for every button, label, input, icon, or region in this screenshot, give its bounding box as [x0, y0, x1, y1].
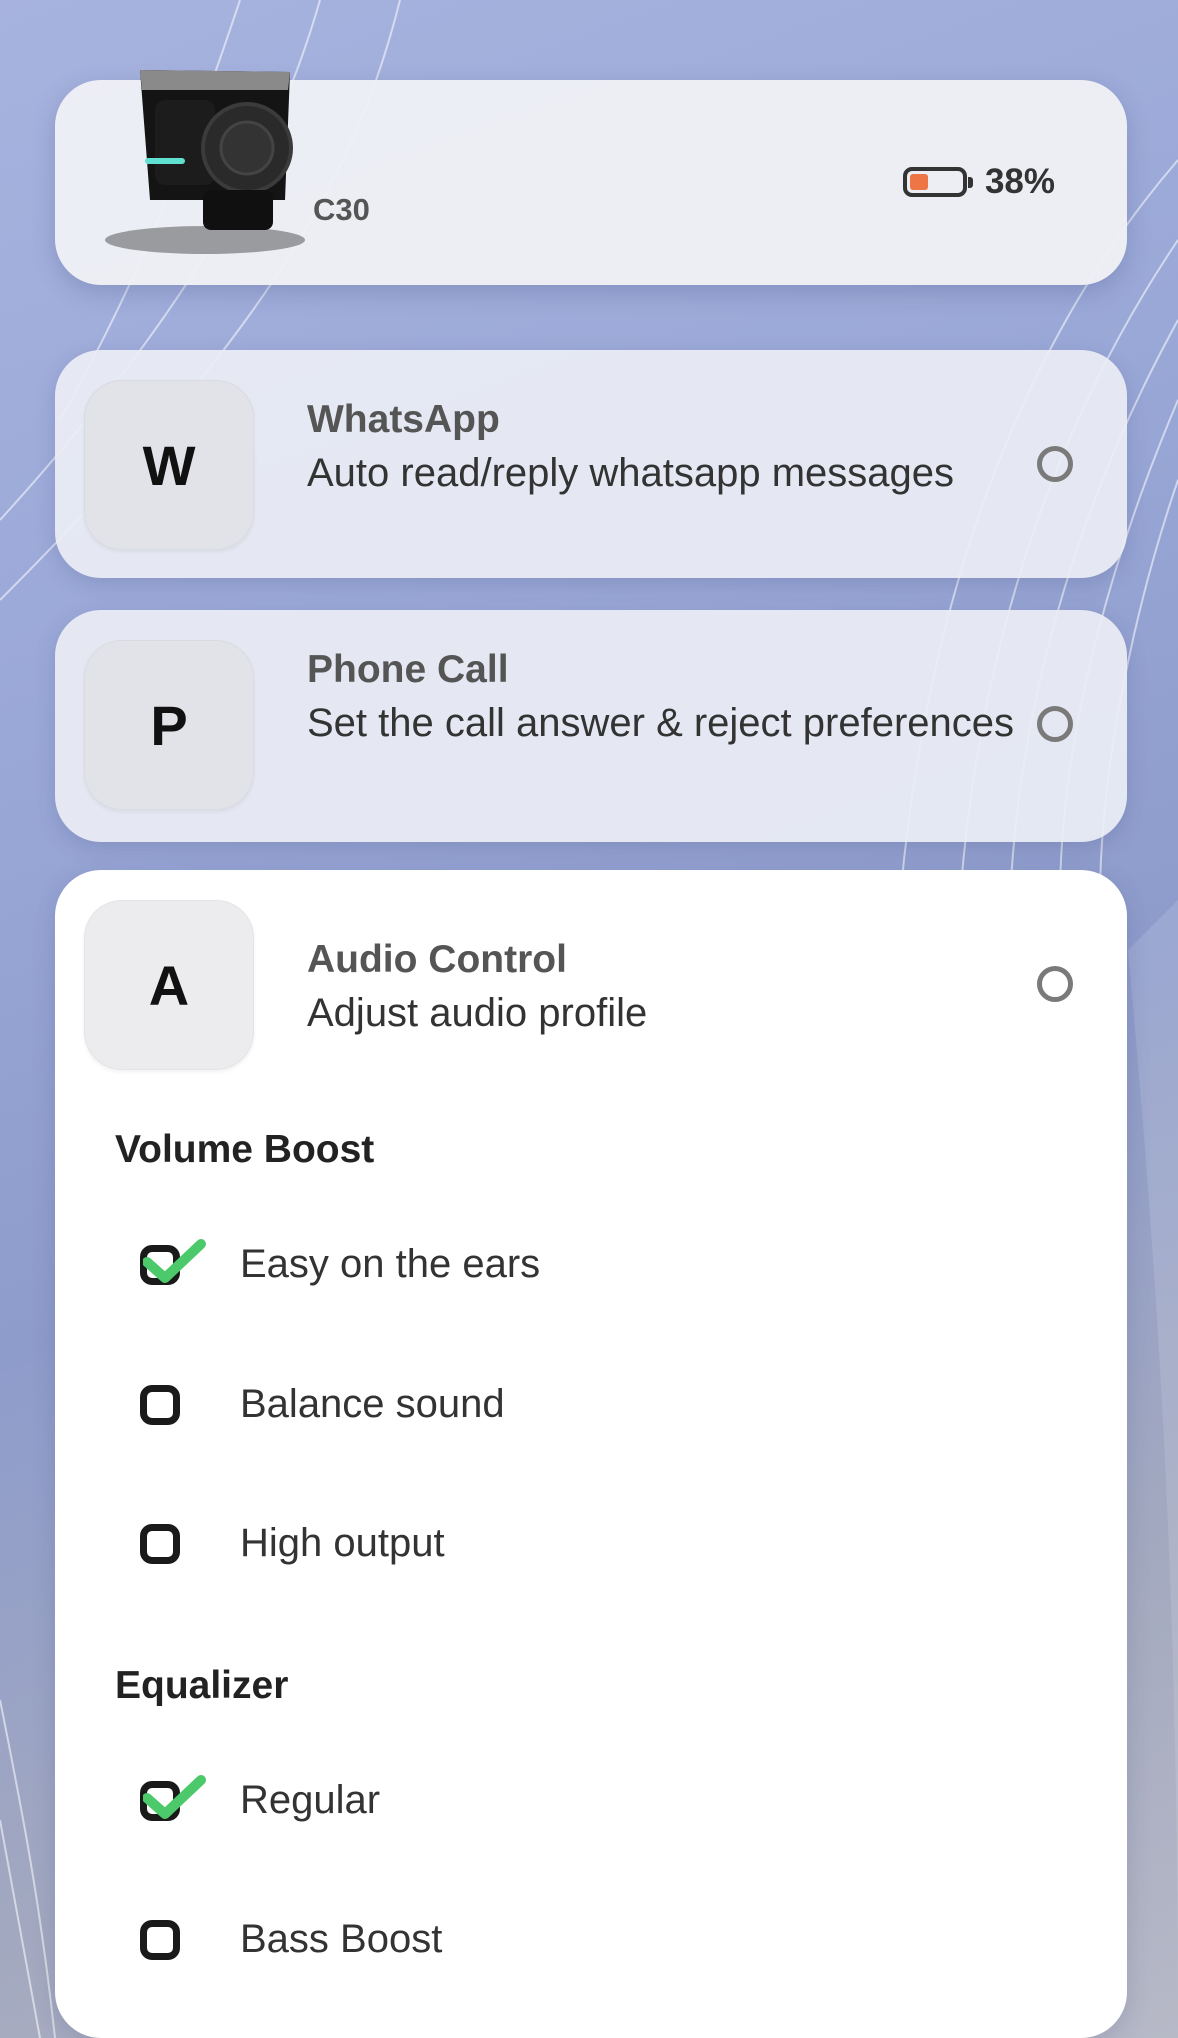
battery-status: 38%	[902, 162, 1055, 202]
battery-icon	[902, 167, 973, 197]
checkbox-unchecked[interactable]	[140, 1523, 180, 1564]
battery-level-fill	[909, 174, 929, 190]
device-name	[313, 132, 317, 160]
option-label: Bass Boost	[240, 1917, 443, 1961]
device-model: C30	[313, 192, 370, 227]
checkbox-checked[interactable]	[140, 1774, 206, 1821]
option-balance-sound[interactable]: Balance sound	[140, 1382, 505, 1427]
phone-call-letter-icon: P	[84, 640, 254, 810]
checkbox-unchecked[interactable]	[140, 1384, 180, 1425]
feature-title: Audio Control	[307, 938, 567, 981]
option-easy-on-the-ears[interactable]: Easy on the ears	[140, 1238, 541, 1287]
whatsapp-letter-icon: W	[84, 380, 254, 550]
option-label: Balance sound	[240, 1382, 505, 1426]
feature-title: WhatsApp	[307, 398, 500, 441]
check-icon	[143, 1774, 206, 1819]
battery-percent: 38%	[984, 162, 1055, 201]
check-icon	[143, 1238, 206, 1283]
option-label: Easy on the ears	[240, 1242, 541, 1286]
feature-description: Adjust audio profile	[307, 991, 648, 1035]
option-regular[interactable]: Regular	[140, 1774, 381, 1823]
option-bass-boost[interactable]: Bass Boost	[140, 1917, 442, 1962]
feature-card-phone-call[interactable]: P Phone Call Set the call answer & rejec…	[55, 610, 1127, 842]
checkbox-unchecked[interactable]	[140, 1919, 180, 1960]
feature-card-whatsapp[interactable]: W WhatsApp Auto read/reply whatsapp mess…	[55, 350, 1127, 578]
audio-control-letter-icon: A	[84, 900, 254, 1070]
device-card[interactable]: C30 38%	[55, 70, 1127, 285]
volume-boost-heading: Volume Boost	[115, 1128, 375, 1171]
equalizer-heading: Equalizer	[115, 1664, 289, 1707]
option-high-output[interactable]: High output	[140, 1521, 445, 1566]
feature-description: Auto read/reply whatsapp messages	[307, 451, 955, 495]
audio-control-radio[interactable]	[1037, 966, 1073, 1002]
option-label: Regular	[240, 1778, 381, 1822]
feature-card-audio-control: A Audio Control Adjust audio profile Vol…	[55, 870, 1127, 2038]
feature-description: Set the call answer & reject preferences	[307, 701, 1015, 745]
checkbox-checked[interactable]	[140, 1238, 206, 1285]
whatsapp-radio[interactable]	[1037, 446, 1073, 482]
phone-call-radio[interactable]	[1037, 706, 1073, 742]
feature-title: Phone Call	[307, 648, 509, 691]
option-label: High output	[240, 1521, 445, 1565]
headset-device-image	[85, 50, 325, 270]
